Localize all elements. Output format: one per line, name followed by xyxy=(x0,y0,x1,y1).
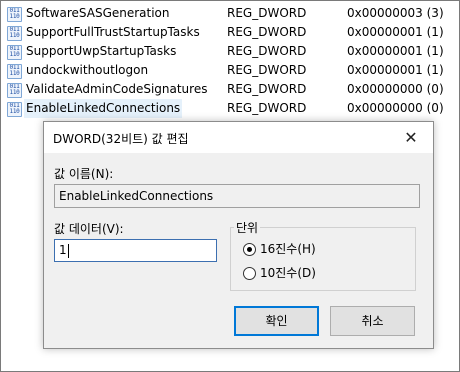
value-data: 0x00000001 (1) xyxy=(347,25,444,39)
dword-value-icon: 011 110 xyxy=(7,7,22,22)
radio-unselected-icon[interactable] xyxy=(243,267,256,280)
list-item-selected[interactable]: 011 110 EnableLinkedConnections REG_DWORD… xyxy=(5,99,457,118)
value-name: SupportFullTrustStartupTasks xyxy=(26,25,200,39)
value-name: ValidateAdminCodeSignatures xyxy=(26,82,208,96)
dword-value-icon: 011 110 xyxy=(7,83,22,98)
value-data: 0x00000000 (0) xyxy=(347,82,444,96)
value-type: REG_DWORD xyxy=(227,63,307,77)
value-name-field: EnableLinkedConnections xyxy=(54,184,420,208)
cancel-button[interactable]: 취소 xyxy=(330,306,415,336)
value-data: 0x00000003 (3) xyxy=(347,6,444,20)
dialog-titlebar[interactable]: DWORD(32비트) 값 편집 ✕ xyxy=(44,122,433,153)
list-item[interactable]: 011 110 SupportFullTrustStartupTasks REG_… xyxy=(5,23,457,42)
radio-selected-icon[interactable] xyxy=(243,243,256,256)
dword-value-icon: 011 110 xyxy=(7,45,22,60)
base-group-title: 단위 xyxy=(234,219,261,236)
value-name: EnableLinkedConnections xyxy=(24,99,183,118)
value-name: SupportUwpStartupTasks xyxy=(26,44,177,58)
value-data: 0x00000001 (1) xyxy=(347,44,444,58)
edit-dword-dialog: DWORD(32비트) 값 편집 ✕ 값 이름(N): EnableLinked… xyxy=(43,121,434,349)
value-name: undockwithoutlogon xyxy=(26,63,149,77)
list-item[interactable]: 011 110 undockwithoutlogon REG_DWORD 0x00… xyxy=(5,61,457,80)
value-data-text: 1 xyxy=(59,243,67,257)
value-data-input[interactable]: 1 xyxy=(54,239,217,262)
registry-values-list: 011 110 SoftwareSASGeneration REG_DWORD 0… xyxy=(5,4,457,118)
base-groupbox xyxy=(230,227,416,291)
list-item[interactable]: 011 110 ValidateAdminCodeSignatures REG_D… xyxy=(5,80,457,99)
list-item[interactable]: 011 110 SoftwareSASGeneration REG_DWORD 0… xyxy=(5,4,457,23)
text-caret xyxy=(67,243,69,258)
dword-value-icon: 011 110 xyxy=(7,64,22,79)
value-name: SoftwareSASGeneration xyxy=(26,6,170,20)
value-data: 0x00000001 (1) xyxy=(347,63,444,77)
dword-value-icon: 011 110 xyxy=(7,102,22,117)
value-type: REG_DWORD xyxy=(227,44,307,58)
dword-value-icon: 011 110 xyxy=(7,26,22,41)
dialog-title: DWORD(32비트) 값 편집 xyxy=(53,132,189,146)
close-icon[interactable]: ✕ xyxy=(389,122,433,153)
ok-button[interactable]: 확인 xyxy=(234,306,319,336)
value-data: 0x00000000 (0) xyxy=(347,101,444,115)
decimal-radio-label: 10진수(D) xyxy=(260,266,316,280)
value-name-label: 값 이름(N): xyxy=(54,167,114,181)
value-type: REG_DWORD xyxy=(227,82,307,96)
value-type: REG_DWORD xyxy=(227,25,307,39)
value-data-label: 값 데이터(V): xyxy=(54,222,124,236)
list-item[interactable]: 011 110 SupportUwpStartupTasks REG_DWORD … xyxy=(5,42,457,61)
hex-radio-label: 16진수(H) xyxy=(260,242,316,256)
value-type: REG_DWORD xyxy=(227,6,307,20)
value-type: REG_DWORD xyxy=(227,101,307,115)
